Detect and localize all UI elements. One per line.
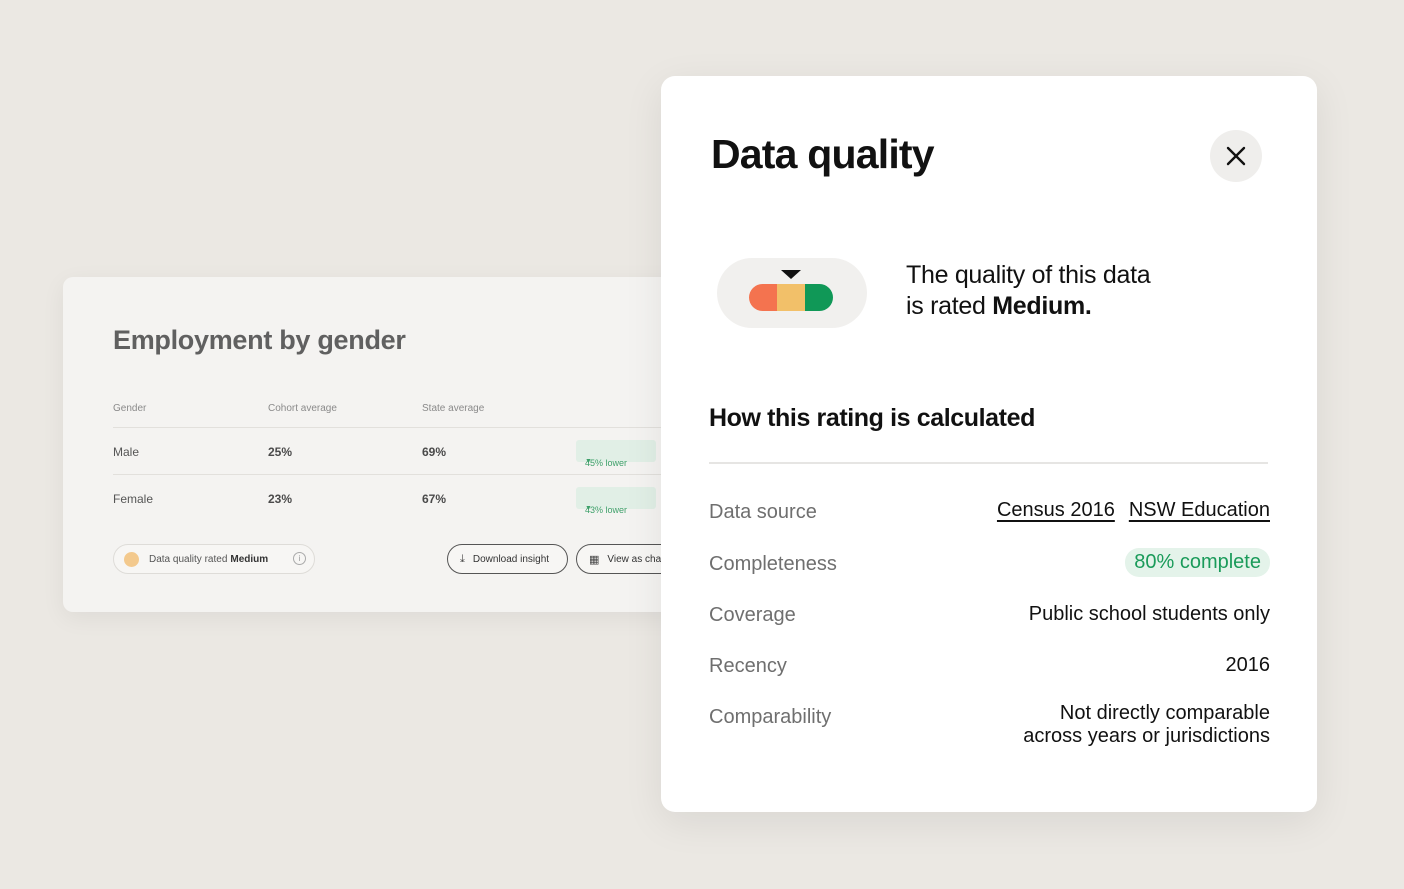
recency-label: Recency [709, 655, 787, 677]
rating-line-1: The quality of this data [906, 261, 1151, 289]
census-2016-link[interactable]: Census 2016 [997, 499, 1115, 521]
meter-pointer-icon [781, 270, 801, 279]
coverage-value: Public school students only [1028, 603, 1270, 625]
row-state-value: 69% [422, 445, 447, 459]
diff-text: 43% lower [585, 505, 628, 515]
comparability-label: Comparability [709, 706, 832, 728]
quality-dot-icon [124, 551, 139, 567]
data-quality-modal: Data quality The quality of this data is… [661, 76, 1317, 812]
data-quality-chip[interactable]: Data quality rated Medium i [113, 544, 315, 574]
view-chart-label: View as cha [607, 553, 662, 565]
rating-line-2: is rated Medium. [906, 291, 1150, 322]
rating-prefix: is rated [906, 292, 993, 320]
rating-value: Medium. [992, 292, 1092, 320]
close-button[interactable] [1210, 130, 1262, 182]
section-title: How this rating is calculated [709, 404, 1035, 432]
data-source-label: Data source [709, 501, 817, 523]
table-row: Female 23% 67% ▼ 43% lower [63, 474, 703, 521]
table-row: Male 25% 69% ▼ 45% lower [63, 427, 703, 474]
row-gender: Female [113, 492, 154, 506]
meter-segment-high [805, 284, 833, 311]
completeness-value: 80% complete [1125, 548, 1270, 577]
quality-meter [717, 258, 867, 328]
diff-badge: ▼ 45% lower [576, 440, 656, 468]
quality-chip-prefix: Data quality rated [149, 553, 228, 565]
meter-bar [749, 284, 833, 311]
row-cohort-value: 23% [268, 492, 293, 506]
coverage-label: Coverage [709, 604, 796, 626]
download-icon: ⤓ [460, 552, 465, 565]
divider [709, 462, 1268, 464]
row-gender: Male [113, 445, 140, 459]
data-source-value: Census 2016 NSW Education [983, 499, 1270, 522]
download-label: Download insight [472, 553, 550, 565]
column-header-state: State average [422, 403, 485, 414]
comparability-value: Not directly comparable across years or … [1023, 702, 1270, 748]
column-header-cohort: Cohort average [268, 403, 337, 414]
completeness-badge: 80% complete [1125, 548, 1270, 577]
modal-title: Data quality [711, 131, 935, 177]
employment-card: Employment by gender Gender Cohort avera… [63, 277, 703, 612]
table-header: Gender Cohort average State average [63, 403, 703, 423]
diff-text: 45% lower [585, 458, 628, 468]
download-insight-button[interactable]: ⤓ Download insight [447, 544, 568, 574]
close-icon [1226, 146, 1246, 166]
nsw-education-link[interactable]: NSW Education [1129, 499, 1270, 521]
info-icon[interactable]: i [293, 552, 306, 565]
meter-segment-medium [777, 284, 805, 311]
comparability-line-2: across years or jurisdictions [1023, 725, 1270, 747]
row-state-value: 67% [422, 492, 447, 506]
recency-value: 2016 [1225, 654, 1271, 676]
completeness-label: Completeness [709, 553, 837, 575]
diff-badge: ▼ 43% lower [576, 487, 656, 515]
card-title: Employment by gender [113, 325, 406, 355]
row-cohort-value: 25% [268, 445, 293, 459]
table-grid-icon: ▦ [589, 553, 600, 566]
quality-chip-rating: Medium [230, 553, 269, 565]
meter-segment-low [749, 284, 777, 311]
column-header-gender: Gender [113, 403, 147, 414]
rating-statement: The quality of this data is rated Medium… [906, 260, 1151, 322]
comparability-line-1: Not directly comparable [1059, 702, 1270, 724]
